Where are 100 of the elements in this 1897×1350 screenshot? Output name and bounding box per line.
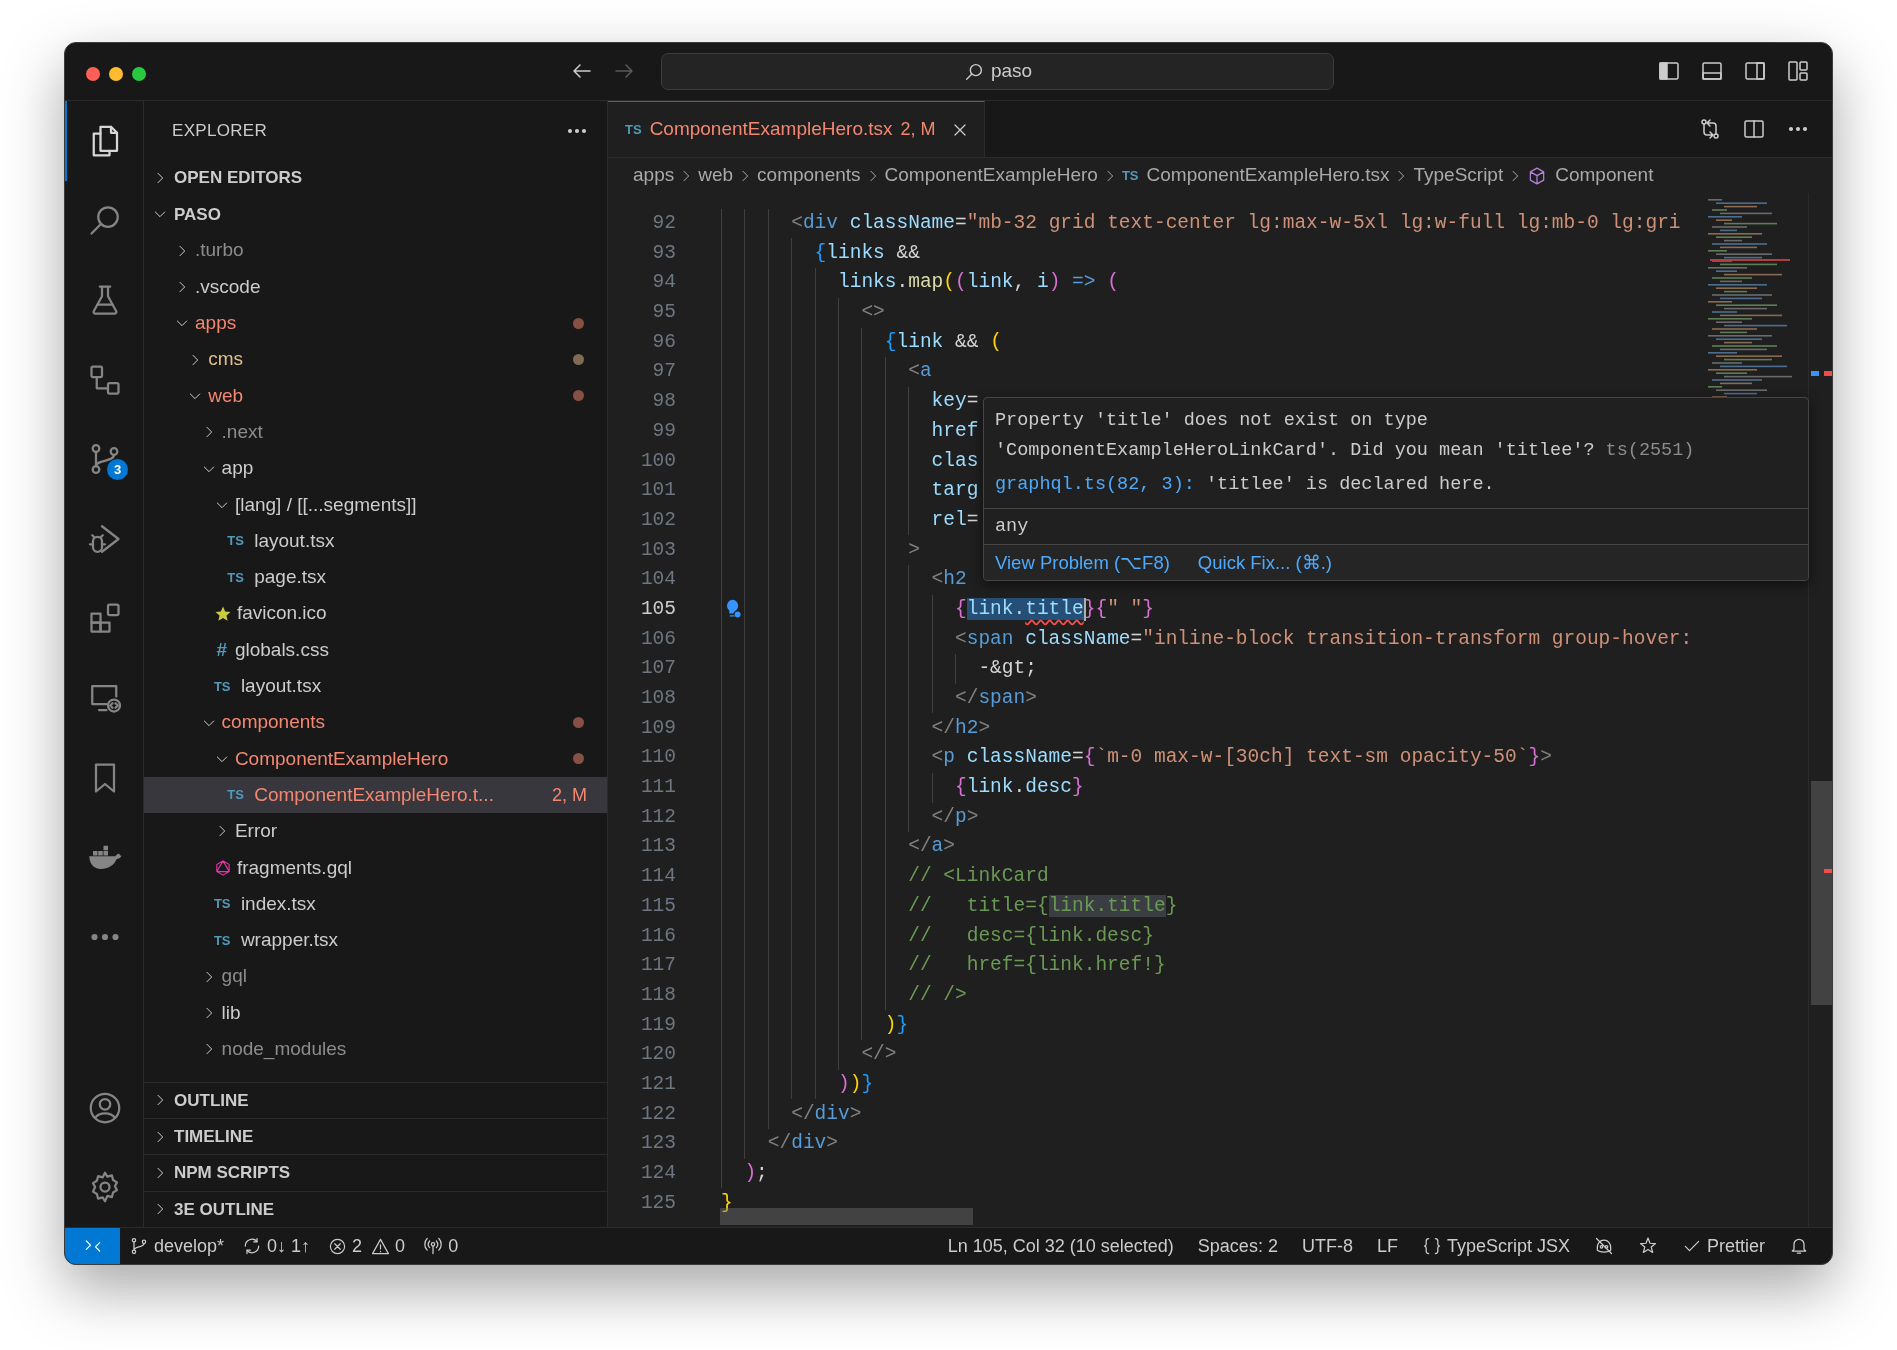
tree-item[interactable]: components [144,704,607,741]
tree-item[interactable]: gql [144,958,607,995]
breadcrumb-item[interactable]: apps [633,161,675,190]
tree-item[interactable]: TS ComponentExampleHero.t... 2, M [144,777,607,814]
graphql-icon [213,858,232,877]
tree-item[interactable]: # globals.css [144,631,607,669]
status-item[interactable]: develop* [120,1228,234,1264]
code-line: <span className="inline-block transition-transform group-hover: [955,626,1693,652]
ts-file-icon: TS [227,531,250,551]
breadcrumb-item[interactable]: components [757,161,861,190]
tree-item[interactable]: web [144,377,607,415]
tree-item[interactable]: lib [144,994,607,1032]
line-number: 105 [639,596,676,622]
line-number: 98 [651,389,676,415]
line-number: 118 [639,982,676,1008]
problem-label: 2, M [552,783,587,807]
ts-file-icon: TS [625,119,642,140]
tree-item[interactable]: [lang] / [[...segments]] [144,486,607,523]
line-number: 103 [639,537,676,563]
status-item[interactable]: Ln 105, Col 32 (10 selected) [938,1228,1183,1264]
section-header[interactable]: OUTLINE [144,1081,607,1119]
count-badge: 3 [107,459,128,481]
code-line: ))} [838,1071,874,1097]
line-number: 109 [639,715,676,741]
tree-item[interactable]: .vscode [144,268,607,306]
panel-layout-icon[interactable] [1700,59,1724,83]
command-center-search[interactable]: paso [661,53,1334,90]
error-icon [328,1236,348,1256]
tree-item[interactable]: TS layout.tsx [144,522,607,560]
status-item[interactable]: UTF-8 [1292,1228,1362,1264]
status-item[interactable]: 2 0 [319,1228,415,1264]
line-number: 121 [639,1071,676,1097]
code-line: {link && ( [884,329,1002,355]
section-header[interactable]: 3E OUTLINE [144,1190,607,1227]
ts-file-icon: TS [227,785,250,805]
tree-item[interactable]: node_modules [144,1031,607,1068]
close-window-button[interactable] [86,67,100,81]
section-header[interactable]: NPM SCRIPTS [144,1154,607,1191]
hash-file-icon: # [213,635,230,665]
tree-item[interactable]: favicon.ico [144,595,607,632]
breadcrumb-item[interactable]: ComponentExampleHero [884,161,1098,190]
status-item[interactable]: 0 [414,1228,468,1264]
tree-item[interactable]: apps [144,305,607,342]
action-link[interactable]: View Problem (⌥F8) [995,548,1170,577]
tree-item[interactable]: TS page.tsx [144,559,607,596]
sidebar-layout-icon[interactable] [1657,59,1681,83]
breadcrumb-item[interactable]: TS ComponentExampleHero.tsx [1121,161,1390,190]
line-number: 101 [639,478,676,504]
status-item[interactable]: Spaces: 2 [1188,1228,1287,1264]
section-header[interactable]: PASO [144,196,607,233]
minimize-window-button[interactable] [109,67,123,81]
tree-item[interactable]: fragments.gql [144,849,607,886]
status-item[interactable]: TypeScript JSX [1412,1228,1579,1264]
code-line: // title={link.title} [908,893,1178,919]
related-info: graphql.ts(82, 3): 'titlee' is declared here. [994,473,1496,497]
line-number: 125 [639,1190,676,1216]
breadcrumb-item[interactable]: web [698,161,734,190]
right-pane-layout-icon[interactable] [1743,59,1767,83]
code-line: <p className={`m-0 max-w-[30ch] text-sm opacity-50`}> [931,745,1552,771]
line-number: 93 [651,240,676,266]
line-number: 110 [639,745,676,771]
line-number: 117 [639,953,676,979]
status-item[interactable]: 0↓ 1↑ [233,1228,320,1264]
code-line: <a [908,359,932,385]
tree-item[interactable]: TS layout.tsx [144,668,607,705]
file-link[interactable]: graphql.ts(82, 3): [995,474,1195,495]
status-item[interactable]: Prettier [1672,1228,1774,1264]
remote-button[interactable] [65,1228,120,1264]
ts-file-icon: TS [213,676,236,697]
status-item[interactable]: LF [1367,1228,1407,1264]
section-header[interactable]: OPEN EDITORS [144,160,607,197]
line-number: 114 [639,864,676,890]
tree-item[interactable]: TS wrapper.tsx [144,922,607,959]
tree-item[interactable]: .turbo [144,232,607,269]
tree-item[interactable]: .next [144,414,607,451]
line-number: 102 [639,507,676,533]
compare-changes-icon[interactable] [1698,117,1722,141]
sidebar-title: EXPLORER [172,119,267,142]
code-line: clas [931,448,979,474]
code-line: </div> [767,1131,838,1157]
code-line: targ [931,478,979,504]
line-number: 116 [639,923,676,949]
tree-item[interactable]: app [144,450,607,487]
type-info: any [995,514,1029,539]
ts-file-icon: TS [213,894,236,914]
text-cursor [1083,597,1086,622]
tree-item[interactable]: ComponentExampleHero [144,740,607,778]
section-header[interactable]: TIMELINE [144,1118,607,1155]
breadcrumb-item[interactable]: TypeScript [1413,161,1504,190]
breadcrumb-item[interactable]: Component [1527,161,1654,190]
tree-item[interactable]: TS index.tsx [144,885,607,923]
code-line: links.map((link, i) => ( [838,270,1119,296]
tree-item[interactable]: cms [144,341,607,378]
action-link[interactable]: Quick Fix... (⌘.) [1197,548,1332,577]
split-editor-icon[interactable] [1742,117,1766,141]
grid-layout-icon[interactable] [1786,59,1810,83]
editor-tab[interactable]: TS ComponentExampleHero.tsx 2, M [608,101,985,157]
code-line: </p> [931,804,979,830]
zoom-window-button[interactable] [132,67,146,81]
tree-item[interactable]: Error [144,813,607,850]
